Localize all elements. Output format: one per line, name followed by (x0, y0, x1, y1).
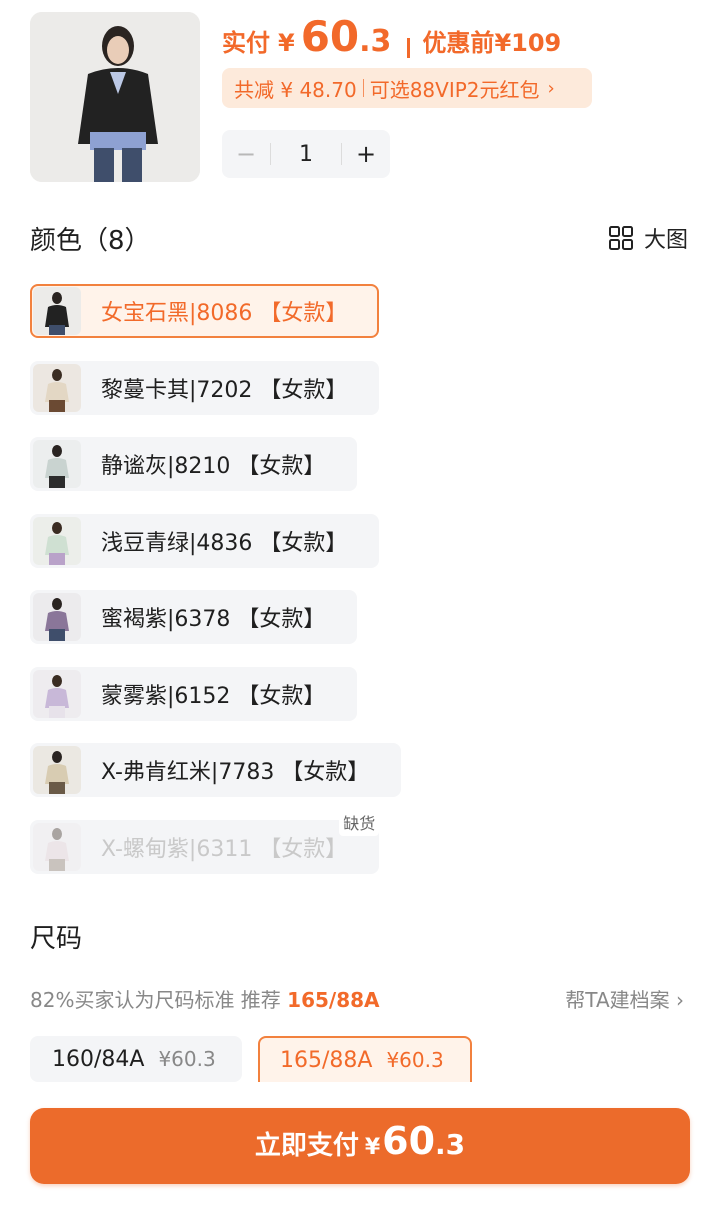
color-option[interactable]: 蒙雾紫|6152 【女款】 (30, 666, 358, 721)
big-picture-toggle[interactable]: 大图 (608, 222, 688, 254)
out-of-stock-badge: 缺货 (339, 807, 380, 836)
color-option-label: 女宝石黑|8086 【女款】 (101, 301, 348, 326)
product-photo-icon (30, 12, 200, 182)
color-thumbnail (33, 516, 81, 565)
color-thumbnail (33, 669, 81, 718)
color-option-label: 黎蔓卡其|7202 【女款】 (101, 377, 348, 403)
color-option[interactable]: X-弗肯红米|7783 【女款】 (30, 743, 402, 797)
product-thumbnail[interactable] (30, 12, 200, 182)
create-profile-link[interactable]: 帮TA建档案 › (565, 984, 684, 1013)
pay-button-label: 立即支付 (254, 1131, 359, 1161)
pay-now-button[interactable]: 立即支付 ¥ 60 .3 (30, 1108, 690, 1184)
color-option-list: 女宝石黑|8086 【女款】 黎蔓卡其|7202 【女款】 静谧灰|8210 【… (30, 284, 450, 896)
color-option[interactable]: 静谧灰|8210 【女款】 (30, 437, 358, 491)
color-option-label: X-螺甸紫|6311 【女款】 (101, 836, 348, 862)
coupon-text: 可选88VIP2元红包 (369, 77, 540, 102)
discount-divider (362, 79, 364, 97)
color-option-disabled: X-螺甸紫|6311 【女款】 缺货 (30, 807, 380, 874)
size-option-price: ¥60.3 (158, 1047, 216, 1071)
quantity-stepper[interactable]: − 1 + (222, 130, 390, 178)
quantity-plus-button[interactable]: + (342, 140, 390, 168)
color-option-label: X-弗肯红米|7783 【女款】 (101, 760, 370, 785)
color-thumbnail (33, 822, 81, 871)
size-option-label: 165/88A (280, 1047, 373, 1073)
color-option-label: 蒙雾紫|6152 【女款】 (101, 683, 326, 709)
color-thumbnail (33, 287, 81, 335)
final-price-label: 实付 (222, 29, 270, 57)
quantity-minus-button[interactable]: − (222, 140, 270, 168)
color-section-title: 颜色（8） (30, 226, 151, 256)
size-option-selected[interactable]: 165/88A ¥60.3 (258, 1036, 472, 1082)
size-section-title: 尺码 (30, 924, 83, 954)
currency-symbol: ¥ (278, 29, 295, 57)
color-thumbnail (33, 593, 81, 641)
pay-button-currency: ¥ (364, 1135, 381, 1160)
color-option[interactable]: 浅豆青绿|4836 【女款】 (30, 513, 380, 568)
discount-strip[interactable]: 共减 ¥ 48.70 可选88VIP2元红包 › (222, 68, 592, 108)
orig-price-label: 优惠前 (422, 29, 495, 57)
size-hint-recommended: 165/88A (287, 988, 380, 1012)
size-option-label: 160/84A (52, 1046, 145, 1072)
discount-text: 共减 ¥ 48.70 (234, 77, 357, 102)
size-option-price: ¥60.3 (386, 1048, 444, 1072)
final-price-int: 60 (300, 12, 360, 61)
color-thumbnail (33, 746, 81, 794)
pay-button-amount-int: 60 (382, 1119, 436, 1163)
color-thumbnail (33, 440, 81, 488)
size-hint-text: 82%买家认为尺码标准 推荐 (30, 988, 281, 1012)
size-option[interactable]: 160/84A ¥60.3 (30, 1036, 242, 1082)
orig-price: ¥109 (494, 29, 562, 57)
chevron-right-icon: › (547, 77, 555, 99)
color-option-label: 蜜褐紫|6378 【女款】 (101, 607, 326, 632)
color-option[interactable]: 蜜褐紫|6378 【女款】 (30, 590, 358, 644)
final-price: 实付 ¥ 60 .3 优惠前 ¥109 (222, 12, 561, 70)
color-option[interactable]: 黎蔓卡其|7202 【女款】 (30, 360, 380, 415)
quantity-value[interactable]: 1 (271, 142, 341, 167)
color-option-label: 静谧灰|8210 【女款】 (101, 454, 326, 479)
color-thumbnail (33, 363, 81, 412)
price-divider (407, 38, 411, 58)
final-price-dec: .3 (359, 24, 392, 59)
color-option[interactable]: 女宝石黑|8086 【女款】 (30, 284, 380, 338)
size-recommendation: 82%买家认为尺码标准 推荐 165/88A (30, 984, 380, 1013)
grid-icon (608, 226, 633, 250)
big-picture-label: 大图 (643, 228, 688, 253)
profile-link-label: 帮TA建档案 (565, 988, 670, 1012)
color-option-label: 浅豆青绿|4836 【女款】 (101, 530, 348, 556)
chevron-right-icon: › (676, 988, 684, 1012)
pay-button-amount-dec: .3 (435, 1128, 466, 1161)
